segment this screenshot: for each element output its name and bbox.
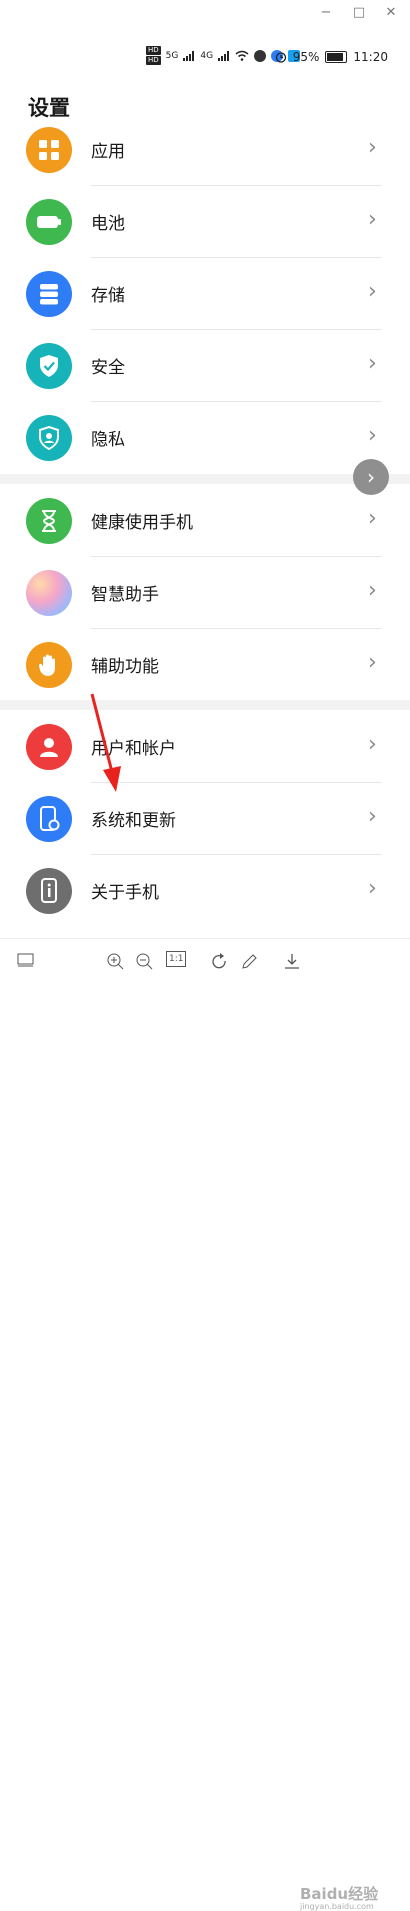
wifi-icon <box>235 50 249 61</box>
chevron-right-icon: › <box>368 506 377 531</box>
viewer-toolbar: 1:1 Baidu经验 jingyan.baidu.com <box>0 938 410 1911</box>
app-notification-icon <box>254 49 267 62</box>
settings-item-label: 应用 <box>91 142 125 162</box>
settings-item[interactable]: 应用 › <box>0 114 410 186</box>
system-update-icon <box>26 796 72 842</box>
about-phone-icon <box>26 868 72 914</box>
close-button[interactable]: ✕ <box>381 3 401 23</box>
settings-item[interactable]: 健康使用手机 › <box>0 485 410 557</box>
chevron-right-icon: › <box>368 207 377 232</box>
shield-check-icon <box>26 343 72 389</box>
chevron-right-icon: › <box>368 650 377 675</box>
hand-icon <box>26 642 72 688</box>
settings-item-label: 健康使用手机 <box>91 513 193 533</box>
floating-next-button[interactable]: › <box>353 459 389 495</box>
user-icon <box>26 724 72 770</box>
chevron-right-icon: › <box>368 135 377 160</box>
zoom-in-icon[interactable] <box>107 953 125 971</box>
zoom-out-icon[interactable] <box>136 953 154 971</box>
settings-item[interactable]: 系统和更新 › <box>0 783 410 855</box>
storage-icon <box>26 271 72 317</box>
chevron-right-icon: › <box>368 804 377 829</box>
network-4g-label: 4G <box>200 50 214 61</box>
settings-item[interactable]: 安全 › <box>0 330 410 402</box>
apps-grid-icon <box>26 127 72 173</box>
battery-percent: 95% <box>292 50 320 64</box>
network-5g-label: 5G <box>165 50 179 61</box>
settings-item[interactable]: 隐私 › <box>0 402 410 474</box>
chevron-right-icon: › <box>368 876 377 901</box>
chevron-right-icon: › <box>368 279 377 304</box>
hourglass-icon <box>26 498 72 544</box>
watermark: Baidu经验 jingyan.baidu.com <box>300 1883 378 1911</box>
watermark-main: Baidu经验 <box>300 1885 379 1903</box>
settings-item-label: 用户和帐户 <box>91 739 176 759</box>
watermark-sub: jingyan.baidu.com <box>300 1902 374 1911</box>
layout-icon[interactable] <box>17 953 35 969</box>
privacy-shield-icon <box>26 415 72 461</box>
signal-icon <box>183 50 195 61</box>
settings-item[interactable]: 用户和帐户 › <box>0 711 410 783</box>
rotate-icon[interactable] <box>211 953 229 971</box>
assistant-icon <box>26 570 72 616</box>
settings-list: 应用 › 电池 › 存储 › 安全 › 隐私 › 健康使用手机 › 智慧助手 › 辅助功能 › 用户和帐户 › 系统… <box>0 114 410 936</box>
clock: 11:20 <box>353 50 388 64</box>
window-titlebar: − □ ✕ <box>0 0 410 26</box>
settings-item-label: 存储 <box>91 286 125 306</box>
settings-item[interactable]: 存储 › <box>0 258 410 330</box>
download-icon[interactable] <box>283 953 301 971</box>
signal-icon <box>218 50 230 61</box>
battery-icon <box>325 51 348 63</box>
hd-icon: HD HD <box>146 46 161 65</box>
settings-item-label: 关于手机 <box>91 883 159 903</box>
settings-item[interactable]: 关于手机 › <box>0 855 410 927</box>
settings-item[interactable]: 智慧助手 › <box>0 557 410 629</box>
minimize-button[interactable]: − <box>316 3 336 23</box>
actual-size-button[interactable]: 1:1 <box>166 951 187 967</box>
settings-item[interactable]: 电池 › <box>0 186 410 258</box>
chevron-right-icon: › <box>368 423 377 448</box>
chevron-right-icon: › <box>368 732 377 757</box>
chevron-right-icon: › <box>368 351 377 376</box>
settings-item-label: 智慧助手 <box>91 585 159 605</box>
settings-item-label: 隐私 <box>91 430 125 450</box>
settings-item-label: 电池 <box>91 214 125 234</box>
alarm-icon <box>275 52 286 63</box>
battery-icon <box>26 199 72 245</box>
phone-status-bar: HD HD 5G 4G 95% 11:20 <box>0 40 410 74</box>
edit-icon[interactable] <box>240 953 258 971</box>
chevron-right-icon: › <box>368 578 377 603</box>
settings-item-label: 系统和更新 <box>91 811 176 831</box>
section-divider <box>0 474 410 484</box>
settings-item-label: 安全 <box>91 358 125 378</box>
settings-item[interactable]: 辅助功能 › <box>0 629 410 701</box>
section-divider <box>0 700 410 710</box>
maximize-button[interactable]: □ <box>349 3 369 23</box>
settings-item-label: 辅助功能 <box>91 657 159 677</box>
